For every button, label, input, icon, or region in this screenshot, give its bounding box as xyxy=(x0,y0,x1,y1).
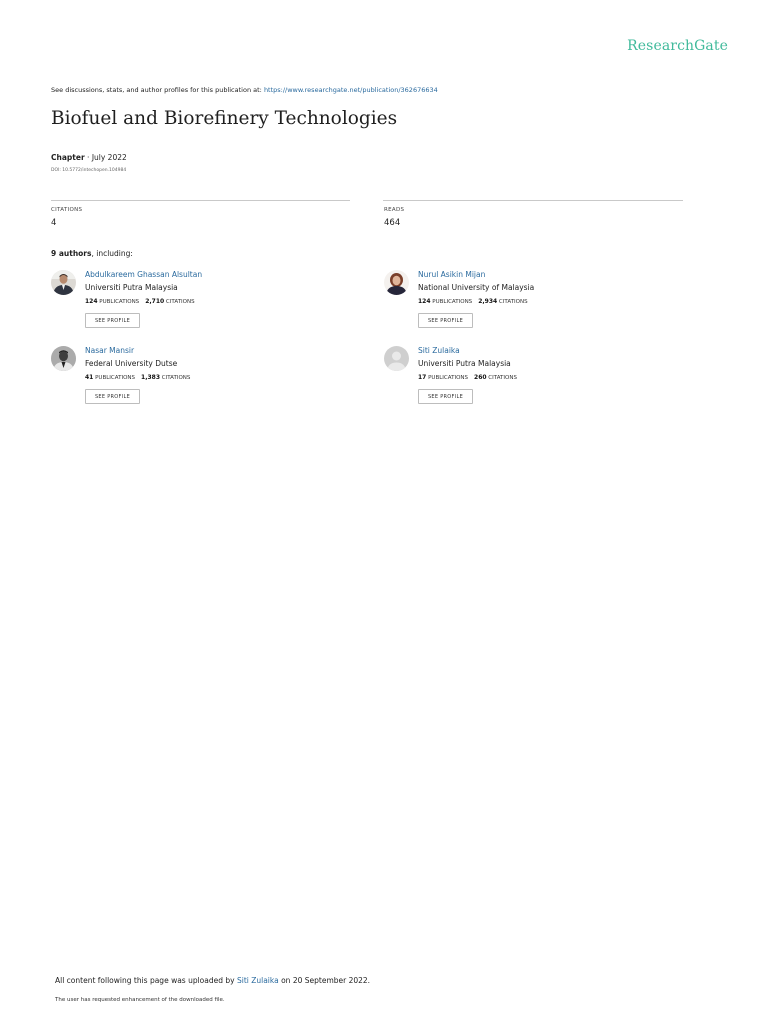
citations-label: CITATIONS xyxy=(51,207,83,213)
author-citations-label: CITATIONS xyxy=(161,375,191,381)
author-name-link[interactable]: Siti Zulaika xyxy=(418,346,460,355)
upload-notice: All content following this page was uplo… xyxy=(55,976,370,985)
author-stats: 41 PUBLICATIONS 1,383 CITATIONS xyxy=(85,374,190,381)
author-citations-count: 1,383 xyxy=(141,374,160,381)
default-avatar-icon[interactable] xyxy=(384,346,409,371)
author-institution: Universiti Putra Malaysia xyxy=(418,359,511,368)
author-publications-count: 124 xyxy=(85,298,98,305)
citations-count: 4 xyxy=(51,218,57,228)
author-name-link[interactable]: Nasar Mansir xyxy=(85,346,134,355)
upload-notice-prefix: All content following this page was uplo… xyxy=(55,976,235,985)
author-name-link[interactable]: Abdulkareem Ghassan Alsultan xyxy=(85,270,202,279)
publication-url-link[interactable]: https://www.researchgate.net/publication… xyxy=(264,86,438,94)
see-profile-button[interactable]: SEE PROFILE xyxy=(85,313,140,328)
reads-divider xyxy=(383,200,683,201)
author-institution: National University of Malaysia xyxy=(418,283,535,292)
author-stats: 17 PUBLICATIONS 260 CITATIONS xyxy=(418,374,517,381)
author-citations-label: CITATIONS xyxy=(165,299,195,305)
reads-count: 464 xyxy=(384,218,401,228)
author-publications-count: 17 xyxy=(418,374,427,381)
see-profile-button[interactable]: SEE PROFILE xyxy=(418,313,473,328)
researchgate-logo[interactable]: ResearchGate xyxy=(627,38,728,54)
authors-count: 9 authors xyxy=(51,249,92,258)
author-card: Nasar Mansir Federal University Dutse 41… xyxy=(51,346,351,408)
author-name-link[interactable]: Nurul Asikin Mijan xyxy=(418,270,485,279)
author-card: Nurul Asikin Mijan National University o… xyxy=(384,270,684,332)
author-publications-count: 124 xyxy=(418,298,431,305)
author-publications-count: 41 xyxy=(85,374,94,381)
publication-type: Chapter xyxy=(51,153,85,162)
person-photo-icon[interactable] xyxy=(51,270,76,295)
author-publications-label: PUBLICATIONS xyxy=(428,375,469,381)
upload-notice-suffix: on 20 September 2022. xyxy=(281,976,371,985)
author-institution: Federal University Dutse xyxy=(85,359,178,368)
see-discussions-line: See discussions, stats, and author profi… xyxy=(51,86,438,94)
meta-separator: · xyxy=(84,153,92,162)
author-citations-label: CITATIONS xyxy=(498,299,528,305)
author-publications-label: PUBLICATIONS xyxy=(99,299,140,305)
publication-doi: DOI: 10.5772/intechopen.104984 xyxy=(51,168,127,173)
author-publications-label: PUBLICATIONS xyxy=(95,375,136,381)
publication-title: Biofuel and Biorefinery Technologies xyxy=(51,108,398,129)
author-citations-count: 2,934 xyxy=(478,298,498,305)
author-card: Siti Zulaika Universiti Putra Malaysia 1… xyxy=(384,346,684,408)
author-citations-count: 2,710 xyxy=(145,298,165,305)
uploader-link[interactable]: Siti Zulaika xyxy=(237,976,279,985)
author-card: Abdulkareem Ghassan Alsultan Universiti … xyxy=(51,270,351,332)
see-profile-button[interactable]: SEE PROFILE xyxy=(418,389,473,404)
author-stats: 124 PUBLICATIONS 2,710 CITATIONS xyxy=(85,298,195,305)
author-publications-label: PUBLICATIONS xyxy=(432,299,473,305)
authors-heading-suffix: , including: xyxy=(91,249,133,258)
person-photo-icon[interactable] xyxy=(384,270,409,295)
person-photo-icon[interactable] xyxy=(51,346,76,371)
authors-heading: 9 authors, including: xyxy=(51,249,133,258)
enhancement-note: The user has requested enhancement of th… xyxy=(55,997,225,1003)
see-profile-button[interactable]: SEE PROFILE xyxy=(85,389,140,404)
citations-divider xyxy=(51,200,350,201)
publication-date: July 2022 xyxy=(91,153,127,162)
reads-label: READS xyxy=(384,207,405,213)
author-citations-label: CITATIONS xyxy=(488,375,517,381)
publication-meta: Chapter · July 2022 xyxy=(51,153,127,162)
author-citations-count: 260 xyxy=(474,374,487,381)
author-stats: 124 PUBLICATIONS 2,934 CITATIONS xyxy=(418,298,528,305)
author-institution: Universiti Putra Malaysia xyxy=(85,283,178,292)
see-discussions-text: See discussions, stats, and author profi… xyxy=(51,86,262,94)
